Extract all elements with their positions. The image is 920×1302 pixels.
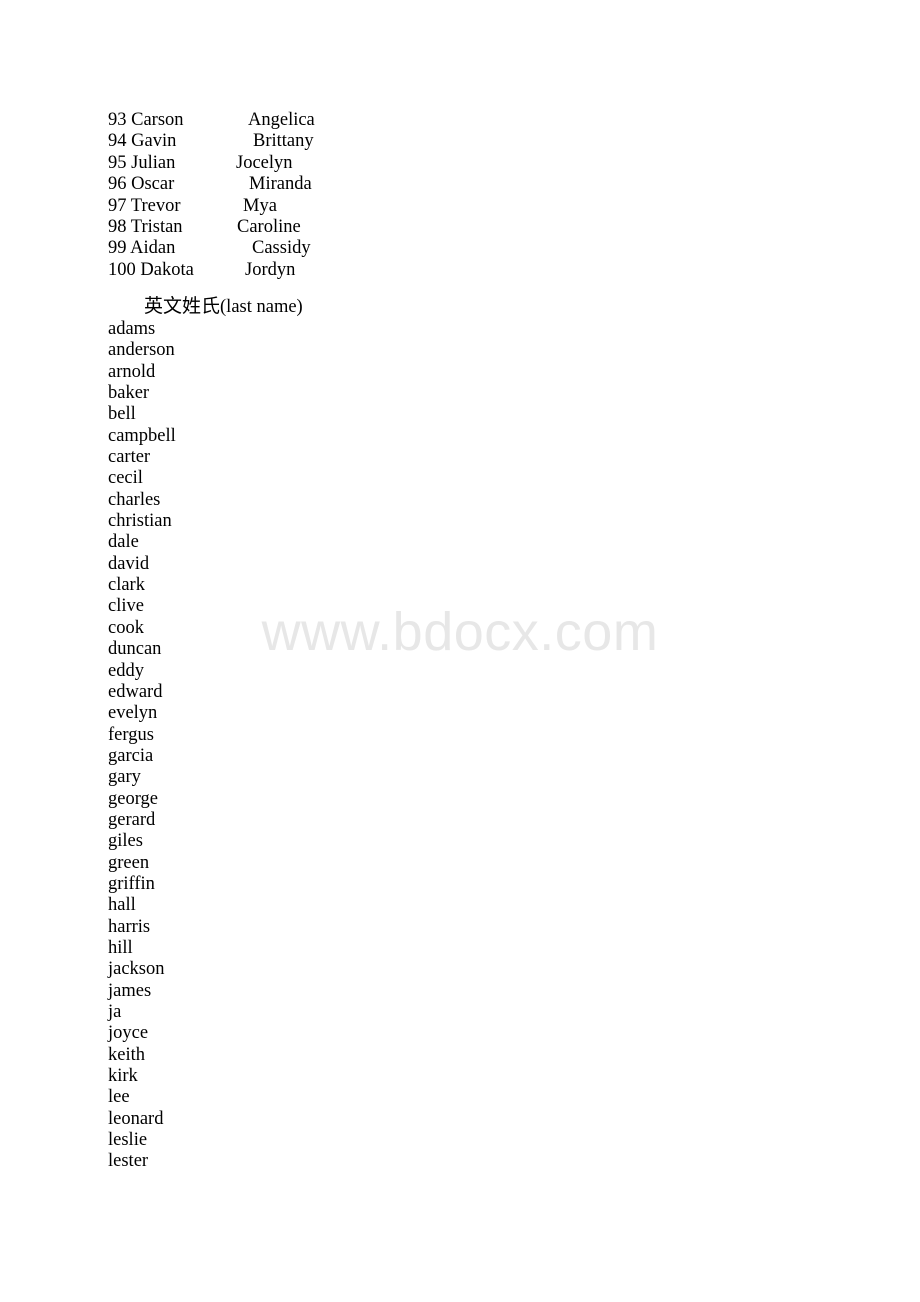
surname-list: adams anderson arnold baker bell campbell cart… bbox=[108, 319, 508, 1173]
given-name-female: Cassidy bbox=[252, 238, 311, 259]
surname-row: arnold bbox=[108, 361, 156, 382]
given-name-index-and-male: 99 Aidan bbox=[108, 238, 176, 259]
surname-row: keith bbox=[108, 1044, 145, 1065]
surname-row: edward bbox=[108, 681, 163, 702]
surname-row: gary bbox=[108, 767, 141, 788]
surname-row: harris bbox=[108, 916, 151, 937]
surname-row: hall bbox=[108, 895, 136, 916]
given-name-row: 97 Trevor Mya bbox=[108, 196, 508, 217]
given-name-female: Angelica bbox=[248, 110, 315, 130]
surname-row: green bbox=[108, 852, 150, 873]
given-name-female: Miranda bbox=[249, 174, 312, 195]
section-heading-cjk-label: 英文姓氏 bbox=[144, 295, 221, 317]
given-name-female: Jordyn bbox=[245, 259, 296, 280]
section-heading-last-name: 英文姓氏(last name) bbox=[108, 295, 508, 318]
surname-row: evelyn bbox=[108, 703, 158, 724]
surname-row: joyce bbox=[108, 1023, 149, 1044]
surname-row: anderson bbox=[108, 340, 175, 361]
surname-row: george bbox=[108, 788, 158, 809]
given-name-index-and-male: 95 Julian bbox=[108, 152, 176, 173]
surname-row: lee bbox=[108, 1087, 130, 1108]
surname-row: campbell bbox=[108, 425, 176, 446]
surname-row: duncan bbox=[108, 639, 162, 660]
given-name-index-and-male: 96 Oscar bbox=[108, 174, 175, 195]
surname-row: dale bbox=[108, 532, 139, 553]
surname-row: gerard bbox=[108, 809, 156, 830]
surname-row: cook bbox=[108, 617, 144, 638]
surname-row: clive bbox=[108, 596, 144, 617]
given-name-index-and-male: 97 Trevor bbox=[108, 195, 181, 216]
given-name-row: 98 Tristan Caroline bbox=[108, 217, 508, 238]
surname-row: adams bbox=[108, 319, 156, 339]
given-name-row: 95 Julian Jocelyn bbox=[108, 153, 508, 174]
surname-row: ja bbox=[108, 1002, 122, 1022]
surname-row: cecil bbox=[108, 468, 143, 489]
given-name-index-and-male: 93 Carson bbox=[108, 110, 184, 130]
given-name-row: 96 Oscar Miranda bbox=[108, 174, 508, 195]
surname-row: baker bbox=[108, 383, 150, 404]
surname-row: garcia bbox=[108, 745, 154, 766]
given-name-row: 93 Carson Angelica bbox=[108, 110, 508, 131]
given-name-list: 93 Carson Angelica 94 Gavin Brittany 95 Juli… bbox=[108, 110, 508, 281]
given-name-index-and-male: 98 Tristan bbox=[108, 216, 183, 237]
surname-row: david bbox=[108, 553, 150, 574]
surname-row: kirk bbox=[108, 1066, 138, 1087]
given-name-female: Caroline bbox=[237, 216, 301, 237]
given-name-row: 100 Dakota Jordyn bbox=[108, 260, 508, 281]
given-name-female: Jocelyn bbox=[236, 152, 293, 173]
surname-row: eddy bbox=[108, 660, 144, 681]
given-name-row: 94 Gavin Brittany bbox=[108, 131, 508, 152]
given-name-row: 99 Aidan Cassidy bbox=[108, 238, 508, 259]
surname-row: leslie bbox=[108, 1130, 148, 1151]
surname-row: leonard bbox=[108, 1108, 164, 1129]
surname-row: clark bbox=[108, 575, 145, 596]
surname-row: fergus bbox=[108, 724, 154, 745]
document-page: www.bdocx.com 93 Carson Angelica 94 Gavin B… bbox=[0, 0, 920, 1302]
surname-row: christian bbox=[108, 511, 172, 532]
given-name-female: Mya bbox=[243, 195, 277, 216]
surname-row: griffin bbox=[108, 873, 155, 894]
section-heading-latin-label: (last name) bbox=[220, 297, 303, 317]
surname-row: james bbox=[108, 980, 152, 1001]
surname-row: charles bbox=[108, 489, 161, 510]
surname-row: bell bbox=[108, 404, 136, 425]
given-name-index-and-male: 100 Dakota bbox=[108, 259, 194, 280]
surname-row: hill bbox=[108, 937, 133, 958]
given-name-index-and-male: 94 Gavin bbox=[108, 131, 177, 152]
given-name-female: Brittany bbox=[253, 131, 314, 152]
surname-row: carter bbox=[108, 447, 151, 468]
surname-row: jackson bbox=[108, 959, 165, 980]
surname-row: lester bbox=[108, 1151, 149, 1172]
surname-row: giles bbox=[108, 831, 143, 852]
